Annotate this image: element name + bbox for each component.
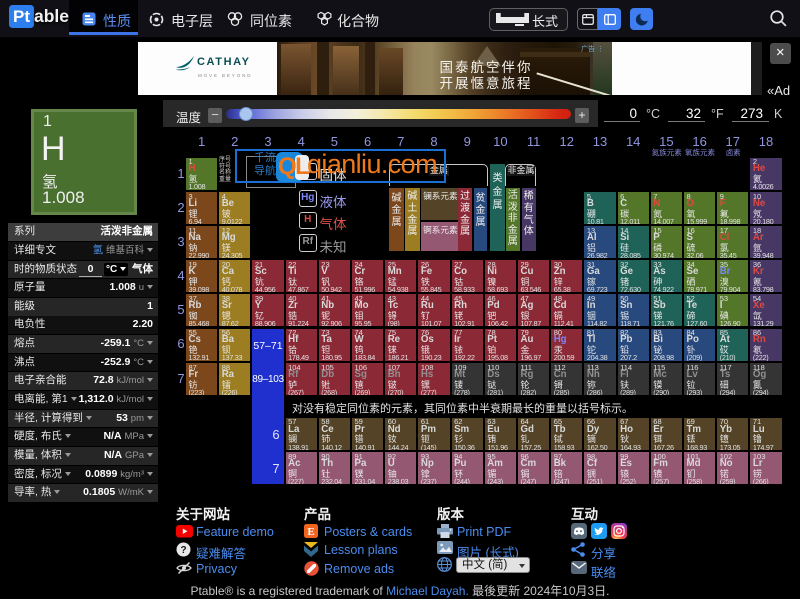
svg-text:E: E [307,526,314,538]
svg-text:?: ? [180,545,186,556]
